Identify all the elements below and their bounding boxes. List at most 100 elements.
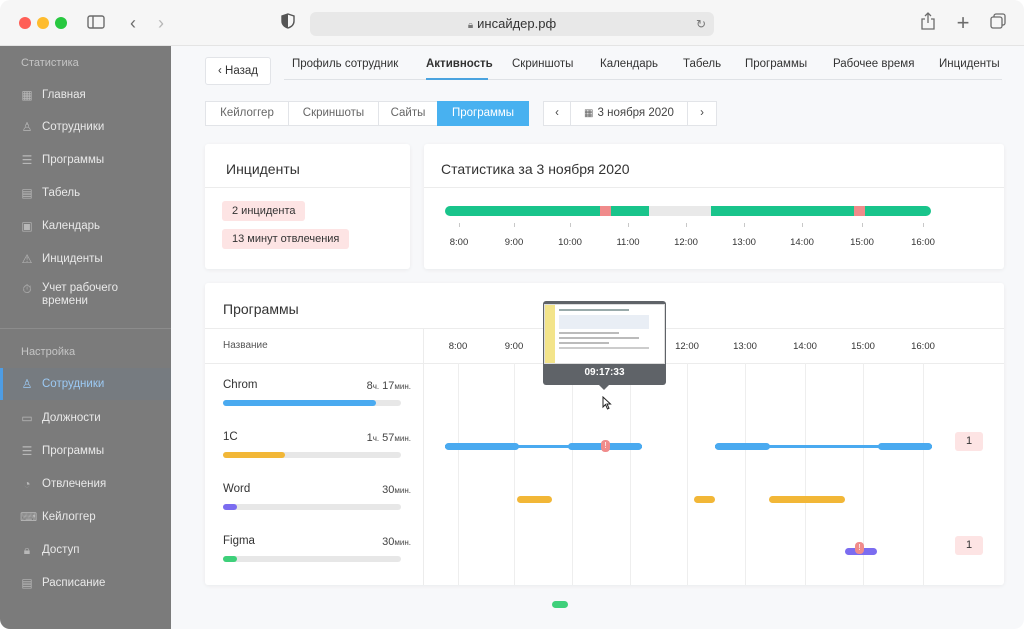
program-duration: 30мин. [382,536,411,548]
tab-incidents[interactable]: Инциденты [939,58,1000,70]
sidebar-item-timesheet[interactable]: ▤ Табель [0,177,171,209]
forward-arrow-icon[interactable]: › [150,12,172,34]
usage-bar-track [223,452,401,458]
sidebar: Статистика ▦ Главная ♙ Сотрудники ☰ Програм… [0,46,171,629]
sidebar-item-programs[interactable]: ☰ Программы [0,144,171,176]
program-row[interactable]: Chrom 8ч. 17мин. [205,376,423,426]
activity-bar[interactable] [878,443,932,450]
screenshot-tooltip[interactable]: 09:17:33 [543,301,666,390]
minimize-window-button[interactable] [37,17,49,29]
card-divider [424,187,1004,188]
lock-icon: 🔒︎ [467,20,474,31]
back-arrow-icon[interactable]: ‹ [122,12,144,34]
activity-bar[interactable] [552,601,568,608]
tab-activity[interactable]: Активность [426,58,493,70]
prev-date-button[interactable]: ‹ [543,101,571,126]
timeline-gridline [745,363,746,585]
sidebar-item-employees[interactable]: ♙ Сотрудники [0,111,171,143]
tab-work-time[interactable]: Рабочее время [833,58,914,70]
duration-minutes-unit: мин. [394,382,411,391]
incident-marker[interactable]: ! [601,440,610,452]
incident-count-badge[interactable]: 1 [955,432,983,451]
keyboard-icon: ⌨︎ [20,510,38,524]
back-button[interactable]: ‹ Назад [205,57,271,85]
sidebar-item-work-time[interactable]: ⏱︎ Учет рабочего времени [0,282,171,318]
date-label: 3 ноября 2020 [597,107,674,119]
sidebar-item-incidents[interactable]: ⚠︎ Инциденты [0,243,171,275]
program-name: 1C [223,431,238,443]
next-date-button[interactable]: › [687,101,717,126]
reload-icon[interactable]: ↻ [696,12,706,36]
activity-bar[interactable] [445,443,519,450]
tab-profile[interactable]: Профиль сотрудник [292,58,398,70]
timeline-gridline [687,363,688,585]
tab-calendar[interactable]: Календарь [600,58,658,70]
programs-title: Программы [223,301,299,317]
duration-minutes: 30 [382,484,395,496]
program-duration: 30мин. [382,484,411,496]
sidebar-item-settings-employees[interactable]: ♙ Сотрудники [0,368,171,400]
sidebar-item-access[interactable]: 🔒︎ Доступ [0,534,171,566]
column-header-name: Название [223,340,268,351]
usage-bar-track [223,400,401,406]
subtab-screenshots[interactable]: Скриншоты [288,101,379,126]
address-bar[interactable]: 🔒︎ инсайдер.рф ↻ [310,12,714,36]
sidebar-toggle-icon[interactable] [85,12,107,34]
program-row[interactable]: 1C 1ч. 57мин. [205,428,423,478]
timeline-gridline [630,363,631,585]
close-window-button[interactable] [19,17,31,29]
duration-minutes-unit: мин. [394,434,411,443]
mouse-cursor-icon [602,395,612,415]
date-picker[interactable]: ▦ 3 ноября 2020 [570,101,688,126]
timeline-hour-label: 11:00 [616,237,640,248]
incident-count-badge[interactable]: 1 [955,536,983,555]
sidebar-section-settings: Настройка [21,346,76,358]
subtab-keylogger[interactable]: Кейлоггер [205,101,289,126]
subtab-sites[interactable]: Сайты [378,101,438,126]
sidebar-item-positions[interactable]: ▭ Должности [0,402,171,434]
tab-timesheet[interactable]: Табель [683,58,721,70]
tab-programs[interactable]: Программы [745,58,807,70]
plus-icon[interactable]: + [952,12,974,34]
warning-icon: ⚠︎ [21,252,33,266]
activity-bar[interactable] [517,496,552,503]
table-icon: ▤ [21,186,33,200]
id-card-icon: ▭ [21,411,33,425]
subtab-programs[interactable]: Программы [437,101,529,126]
timeline-hour-label: 16:00 [911,237,935,248]
tab-screenshots[interactable]: Скриншоты [512,58,573,70]
timeline-hour-label: 9:00 [504,341,524,352]
duration-minutes-unit: мин. [394,538,411,547]
timeline-segment [649,206,711,216]
activity-bar[interactable] [715,443,770,450]
activity-bar[interactable] [694,496,715,503]
program-name: Chrom [223,379,258,391]
sidebar-item-schedule[interactable]: ▤ Расписание [0,567,171,599]
share-icon[interactable] [917,12,939,34]
sidebar-item-home[interactable]: ▦ Главная [0,79,171,111]
program-row[interactable]: Figma 30мин. [205,532,423,582]
sidebar-item-settings-programs[interactable]: ☰ Программы [0,435,171,467]
usage-bar-fill [223,556,237,562]
usage-bar-fill [223,504,237,510]
incidents-count-badge: 2 инцидента [222,201,306,221]
user-icon: ♙ [21,377,33,391]
timeline-segment [711,206,854,216]
timeline-hour-label: 13:00 [733,341,757,352]
timeline-segment [445,206,600,216]
incident-marker[interactable]: ! [855,542,864,554]
calendar-icon: ▣ [21,219,33,233]
timeline-hour-label: 14:00 [793,341,817,352]
sidebar-item-calendar[interactable]: ▣ Календарь [0,210,171,242]
sidebar-item-keylogger[interactable]: ⌨︎ Кейлоггер [0,501,171,533]
tabs-icon[interactable] [987,12,1009,34]
duration-minutes: 30 [382,536,395,548]
duration-minutes-unit: мин. [394,486,411,495]
usage-bar-track [223,504,401,510]
url-text: инсайдер.рф [477,16,557,31]
sidebar-item-distractions[interactable]: ◔ Отвлечения [0,468,171,500]
program-row[interactable]: Word 30мин. [205,480,423,530]
zoom-window-button[interactable] [55,17,67,29]
shield-icon[interactable] [277,12,299,34]
activity-bar[interactable] [769,496,845,503]
